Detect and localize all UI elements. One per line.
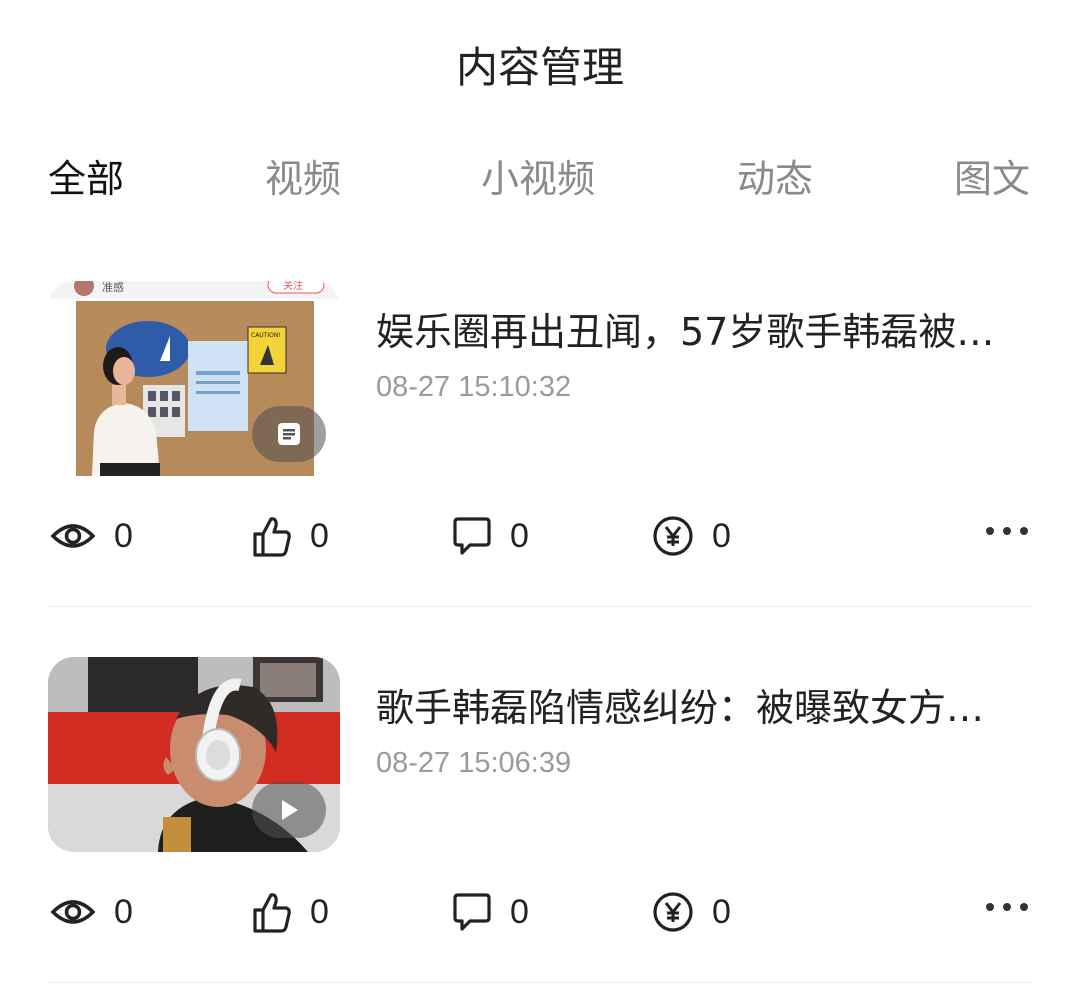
item-thumbnail[interactable]: 准感 关注 CAUTION! [48, 281, 340, 476]
more-icon [986, 903, 1028, 911]
likes-stat[interactable]: 0 [252, 887, 329, 937]
likes-count: 0 [310, 516, 329, 555]
thumb-user-name: 准感 [102, 281, 124, 294]
comments-count: 0 [510, 892, 529, 931]
thumb-follow-label: 关注 [283, 281, 303, 292]
more-options-button[interactable] [984, 523, 1030, 542]
item-timestamp: 08-27 15:06:39 [376, 747, 572, 779]
thumb-caution-text: CAUTION! [251, 332, 281, 339]
comment-icon [453, 893, 491, 931]
comments-stat[interactable]: 0 [452, 887, 529, 937]
thumbs-up-icon [253, 517, 291, 557]
views-count: 0 [114, 516, 133, 555]
comments-count: 0 [510, 516, 529, 555]
tab-short-video[interactable]: 小视频 [481, 148, 595, 203]
more-options-button[interactable] [984, 899, 1030, 918]
views-stat: 0 [50, 511, 133, 561]
page-title: 内容管理 [455, 43, 624, 92]
eye-icon [50, 524, 96, 548]
views-count: 0 [114, 892, 133, 931]
yuan-coin-icon [653, 892, 693, 932]
item-stats: 0 0 0 0 [48, 887, 1032, 937]
content-item[interactable]: 准感 关注 CAUTION! 娱乐圈再出丑闻，57岁歌手韩磊被… 08-27 1… [48, 281, 1032, 611]
comments-stat[interactable]: 0 [452, 511, 529, 561]
tab-video[interactable]: 视频 [265, 148, 341, 203]
content-tabs: 全部 视频 小视频 动态 图文 [0, 148, 1080, 203]
video-badge [252, 782, 326, 838]
comment-icon [453, 517, 491, 555]
yuan-coin-icon [653, 516, 693, 556]
earnings-stat[interactable]: 0 [652, 887, 731, 937]
tab-moments[interactable]: 动态 [737, 148, 813, 203]
earnings-stat[interactable]: 0 [652, 511, 731, 561]
earnings-count: 0 [712, 516, 731, 555]
item-divider [48, 982, 1032, 983]
article-badge [252, 406, 326, 462]
item-divider [48, 606, 1032, 607]
tab-image-text[interactable]: 图文 [954, 148, 1030, 203]
item-timestamp: 08-27 15:10:32 [376, 371, 572, 403]
likes-count: 0 [310, 892, 329, 931]
views-stat: 0 [50, 887, 133, 937]
likes-stat[interactable]: 0 [252, 511, 329, 561]
thumbs-up-icon [253, 893, 291, 933]
more-icon [986, 527, 1028, 535]
play-icon [282, 800, 298, 820]
content-item[interactable]: 歌手韩磊陷情感纠纷：被曝致女方… 08-27 15:06:39 0 0 0 0 [48, 657, 1032, 987]
earnings-count: 0 [712, 892, 731, 931]
eye-icon [50, 900, 96, 924]
item-thumbnail[interactable] [48, 657, 340, 852]
tab-all[interactable]: 全部 [48, 148, 124, 203]
item-stats: 0 0 0 0 [48, 511, 1032, 561]
item-title[interactable]: 娱乐圈再出丑闻，57岁歌手韩磊被… [376, 301, 1026, 356]
article-icon [278, 423, 300, 445]
item-title[interactable]: 歌手韩磊陷情感纠纷：被曝致女方… [376, 677, 1026, 732]
